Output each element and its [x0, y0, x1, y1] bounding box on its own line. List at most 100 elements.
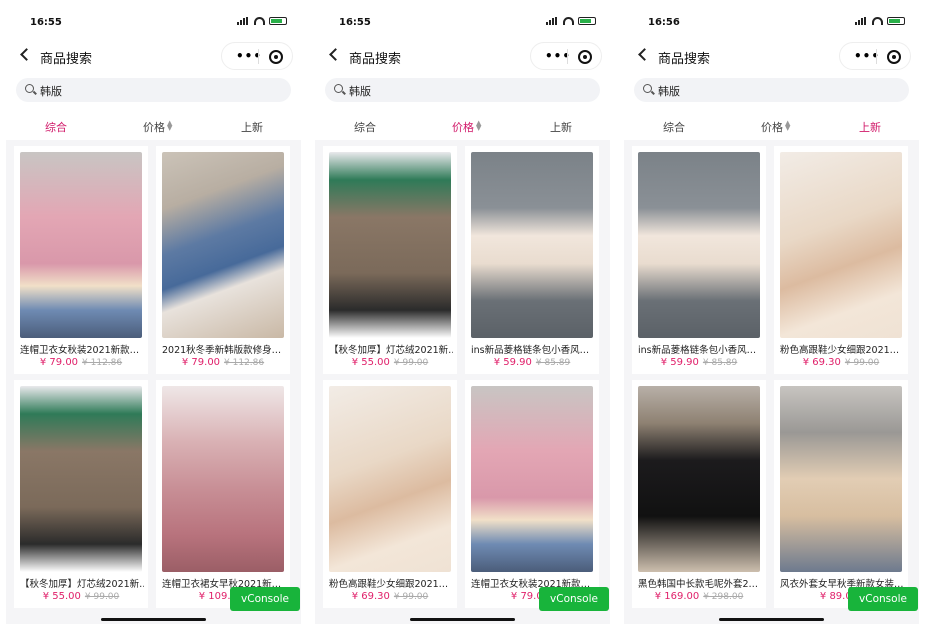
capsule-divider: [876, 49, 877, 64]
back-chevron-icon[interactable]: [18, 46, 33, 64]
vconsole-button[interactable]: vConsole: [230, 587, 300, 611]
sort-bar: 综合 价格 ▲ ▼ 上新: [624, 112, 919, 140]
search-input[interactable]: 韩版: [634, 78, 909, 102]
search-bar: 韩版: [624, 76, 919, 112]
product-name: ins新品菱格链条包小香风…: [638, 345, 757, 356]
product-card[interactable]: 【秋冬加厚】灯芯绒2021新… ¥ 55.00 ¥ 99.00: [14, 380, 148, 608]
search-input[interactable]: 韩版: [16, 78, 291, 102]
original-price: ¥ 99.00: [844, 358, 880, 368]
product-image[interactable]: [638, 386, 760, 572]
product-image[interactable]: [329, 386, 451, 572]
product-image[interactable]: [780, 386, 902, 572]
current-price: ¥ 59.90: [493, 357, 532, 368]
original-price: ¥ 85.89: [535, 358, 571, 368]
sort-tab[interactable]: 价格 ▲ ▼: [761, 119, 790, 135]
product-image[interactable]: [162, 152, 284, 338]
product-card[interactable]: 【秋冬加厚】灯芯绒2021新… ¥ 55.00 ¥ 99.00: [323, 146, 457, 374]
original-price: ¥ 85.89: [702, 358, 738, 368]
sort-tab[interactable]: 价格 ▲ ▼: [452, 119, 481, 135]
product-card[interactable]: ins新品菱格链条包小香风… ¥ 59.90 ¥ 85.89: [465, 146, 599, 374]
product-card[interactable]: 黑色韩国中长款毛呢外套2… ¥ 169.00 ¥ 298.00: [632, 380, 766, 608]
sort-tab[interactable]: 上新: [859, 119, 881, 135]
sort-tab-label: 价格: [143, 121, 165, 134]
close-target-icon[interactable]: [269, 50, 283, 64]
close-target-icon[interactable]: [578, 50, 592, 64]
battery-icon: [887, 17, 905, 25]
product-price: ¥ 79.00 ¥ 112.86: [14, 357, 148, 368]
status-icons: [855, 17, 905, 25]
nav-bar: 商品搜索 •••: [315, 36, 610, 76]
sort-tab[interactable]: 上新: [241, 119, 263, 135]
status-icons: [237, 17, 287, 25]
sort-bar: 综合 价格 ▲ ▼ 上新: [6, 112, 301, 140]
wifi-icon: [563, 17, 574, 25]
product-card[interactable]: 粉色高跟鞋少女细跟2021… ¥ 69.30 ¥ 99.00: [323, 380, 457, 608]
signal-icon: [855, 17, 868, 25]
signal-icon: [237, 17, 250, 25]
product-image[interactable]: [329, 152, 451, 338]
product-card[interactable]: 连帽卫衣裙女早秋2021新… ¥ 109.00: [156, 380, 290, 608]
search-query: 韩版: [349, 85, 371, 98]
sort-tab[interactable]: 综合: [45, 119, 67, 135]
nav-bar: 商品搜索 •••: [624, 36, 919, 76]
status-bar: 16:56: [624, 6, 919, 36]
sort-tab[interactable]: 综合: [663, 119, 685, 135]
wifi-icon: [872, 17, 883, 25]
current-price: ¥ 79.00: [39, 357, 79, 368]
phone-screen-2: 16:55 商品搜索 ••• 韩版 综合 价格 ▲ ▼ 上新 【秋冬加厚】灯芯绒2021…: [315, 6, 610, 624]
search-bar: 韩版: [6, 76, 301, 112]
product-price: ¥ 169.00 ¥ 298.00: [632, 591, 766, 602]
home-indicator: [719, 618, 824, 621]
search-input[interactable]: 韩版: [325, 78, 600, 102]
product-image[interactable]: [20, 152, 142, 338]
sort-updown-icon: ▲ ▼: [167, 119, 173, 132]
sort-tab[interactable]: 上新: [550, 119, 572, 135]
product-image[interactable]: [471, 386, 593, 572]
original-price: ¥ 99.00: [393, 592, 429, 602]
page-title: 商品搜索: [658, 52, 711, 67]
sort-tab-label: 价格: [761, 121, 783, 134]
product-card[interactable]: ins新品菱格链条包小香风… ¥ 59.90 ¥ 85.89: [632, 146, 766, 374]
product-image[interactable]: [471, 152, 593, 338]
back-chevron-icon[interactable]: [327, 46, 342, 64]
sort-tab-label: 上新: [241, 121, 263, 134]
product-image[interactable]: [638, 152, 760, 338]
sort-tab-label: 上新: [550, 121, 572, 134]
sort-tab-label: 综合: [354, 121, 376, 134]
mini-program-capsule: •••: [221, 42, 293, 70]
close-target-icon[interactable]: [887, 50, 901, 64]
search-query: 韩版: [40, 85, 62, 98]
sort-tab[interactable]: 价格 ▲ ▼: [143, 119, 172, 135]
vconsole-button[interactable]: vConsole: [539, 587, 609, 611]
search-bar: 韩版: [315, 76, 610, 112]
sort-tab-label: 综合: [45, 121, 67, 134]
page-title: 商品搜索: [349, 52, 402, 67]
back-chevron-icon[interactable]: [636, 46, 651, 64]
product-card[interactable]: 风衣外套女早秋季新款女装… ¥ 89.00: [774, 380, 908, 608]
product-card[interactable]: 连帽卫衣女秋装2021新款… ¥ 79.00: [465, 380, 599, 608]
product-image[interactable]: [20, 386, 142, 572]
product-image[interactable]: [162, 386, 284, 572]
phone-screen-3: 16:56 商品搜索 ••• 韩版 综合 价格 ▲ ▼ 上新 ins新品菱格链条包小香风…: [624, 6, 919, 624]
product-price: ¥ 69.30 ¥ 99.00: [774, 357, 908, 368]
product-name: 粉色高跟鞋少女细跟2021…: [329, 579, 449, 590]
product-card[interactable]: 2021秋冬季新韩版款修身… ¥ 79.00 ¥ 112.86: [156, 146, 290, 374]
sort-tab-label: 综合: [663, 121, 685, 134]
phone-screen-1: 16:55 商品搜索 ••• 韩版 综合 价格 ▲ ▼ 上新 连帽卫衣女秋装2021新款…: [6, 6, 301, 624]
mini-program-capsule: •••: [839, 42, 911, 70]
product-price: ¥ 79.00 ¥ 112.86: [156, 357, 290, 368]
product-price: ¥ 69.30 ¥ 99.00: [323, 591, 457, 602]
sort-bar: 综合 价格 ▲ ▼ 上新: [315, 112, 610, 140]
current-price: ¥ 169.00: [654, 591, 700, 602]
vconsole-button[interactable]: vConsole: [848, 587, 918, 611]
status-bar: 16:55: [315, 6, 610, 36]
product-name: 【秋冬加厚】灯芯绒2021新…: [20, 579, 144, 590]
sort-tab[interactable]: 综合: [354, 119, 376, 135]
capsule-divider: [258, 49, 259, 64]
search-icon: [334, 84, 343, 93]
product-card[interactable]: 连帽卫衣女秋装2021新款… ¥ 79.00 ¥ 112.86: [14, 146, 148, 374]
product-name: ins新品菱格链条包小香风…: [471, 345, 590, 356]
product-image[interactable]: [780, 152, 902, 338]
original-price: ¥ 99.00: [84, 592, 120, 602]
product-card[interactable]: 粉色高跟鞋少女细跟2021… ¥ 69.30 ¥ 99.00: [774, 146, 908, 374]
